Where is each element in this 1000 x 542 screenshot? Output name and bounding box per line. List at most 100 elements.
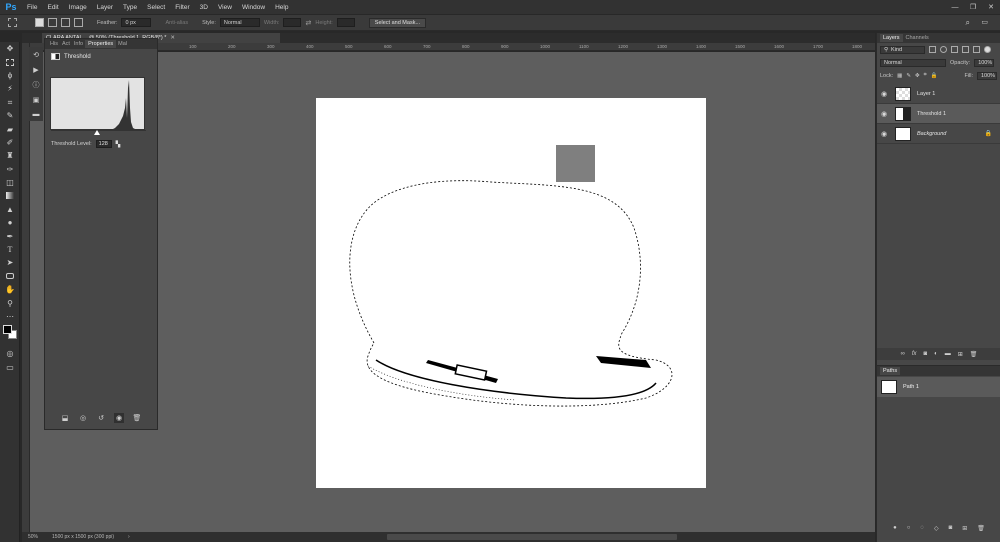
fill-path-icon[interactable]: ● <box>893 525 897 532</box>
lasso-tool[interactable]: ϕ <box>0 69 20 82</box>
menu-type[interactable]: Type <box>118 4 142 11</box>
menu-filter[interactable]: Filter <box>170 4 194 11</box>
document-info[interactable]: 1500 px x 1500 px (300 ppi) <box>52 534 114 540</box>
crop-tool[interactable]: ⌗ <box>0 96 20 109</box>
menu-3d[interactable]: 3D <box>195 4 213 11</box>
kind-filter-select[interactable]: ⚲ Kind <box>880 45 925 54</box>
new-selection-icon[interactable] <box>35 18 44 27</box>
threshold-histogram[interactable] <box>50 77 146 131</box>
marquee-tool[interactable] <box>0 55 20 68</box>
adjustments-icon[interactable]: ▣ <box>29 92 43 107</box>
layer-row-threshold-1[interactable]: ◉ Threshold 1 <box>877 104 1000 124</box>
delete-path-icon[interactable]: 🗑 <box>977 525 985 532</box>
lock-pixels-icon[interactable]: ✎ <box>906 73 911 79</box>
feather-input[interactable]: 0 px <box>121 18 152 27</box>
delete-adjustment-icon[interactable]: 🗑 <box>132 413 142 423</box>
style-select[interactable]: Normal <box>219 18 260 27</box>
lock-all-icon[interactable]: 🔒 <box>931 73 938 79</box>
layer-row-layer-1[interactable]: ◉ Layer 1 <box>877 84 1000 104</box>
menu-window[interactable]: Window <box>237 4 270 11</box>
eyedropper-tool[interactable]: ✎ <box>0 109 20 122</box>
blend-mode-select[interactable]: Normal <box>880 58 946 67</box>
height-input[interactable] <box>336 18 355 27</box>
status-arrow-icon[interactable]: › <box>128 534 130 540</box>
history-brush-tool[interactable]: ✑ <box>0 163 20 176</box>
lock-transparency-icon[interactable]: ▦ <box>897 73 902 79</box>
width-input[interactable] <box>283 18 302 27</box>
type-filter-icon[interactable] <box>951 46 958 53</box>
tab-properties[interactable]: Properties <box>85 40 117 48</box>
more-tools[interactable]: ⋯ <box>0 310 20 323</box>
histogram-refresh-icon[interactable]: ▚ <box>116 141 121 148</box>
smart-filter-icon[interactable] <box>973 46 980 53</box>
fill-input[interactable]: 100% <box>977 71 997 80</box>
menu-layer[interactable]: Layer <box>92 4 118 11</box>
zoom-tool[interactable]: ⚲ <box>0 296 20 309</box>
menu-image[interactable]: Image <box>64 4 92 11</box>
restore-button[interactable]: ❐ <box>964 0 982 14</box>
minimize-button[interactable]: — <box>946 0 964 14</box>
marquee-tool-preset-icon[interactable] <box>8 18 17 27</box>
info-icon[interactable]: ⓘ <box>29 77 43 92</box>
shape-filter-icon[interactable] <box>962 46 969 53</box>
intersect-selection-icon[interactable] <box>74 18 83 27</box>
load-selection-icon[interactable]: ◌ <box>920 525 924 532</box>
blur-tool[interactable]: ▲ <box>0 203 20 216</box>
path-row-path-1[interactable]: Path 1 <box>877 377 1000 397</box>
selection-marquee[interactable] <box>349 180 673 407</box>
clip-to-layer-icon[interactable]: ⬓ <box>60 413 70 423</box>
quick-selection-tool[interactable]: ⚡ <box>0 82 20 95</box>
shape-tool[interactable] <box>0 270 20 283</box>
stroke-path-icon[interactable]: ○ <box>907 525 911 532</box>
eye-icon[interactable]: ◉ <box>881 90 889 98</box>
reset-icon[interactable]: ↺ <box>96 413 106 423</box>
horizontal-scrollbar[interactable] <box>387 534 677 540</box>
tab-info[interactable]: Info <box>72 41 85 47</box>
tab-history[interactable]: His <box>48 41 60 47</box>
tab-channels[interactable]: Channels <box>903 35 932 41</box>
move-tool[interactable]: ✥ <box>0 42 20 55</box>
add-selection-icon[interactable] <box>48 18 57 27</box>
eye-icon[interactable]: ◉ <box>881 110 889 118</box>
threshold-slider[interactable] <box>94 130 100 135</box>
subtract-selection-icon[interactable] <box>61 18 70 27</box>
tab-paths[interactable]: Paths <box>880 367 901 375</box>
view-previous-icon[interactable]: ◎ <box>78 413 88 423</box>
menu-edit[interactable]: Edit <box>42 4 63 11</box>
tab-mal[interactable]: Mal <box>116 41 129 47</box>
hand-tool[interactable]: ✋ <box>0 283 20 296</box>
workspace-icon[interactable]: ▭ <box>981 18 988 26</box>
select-and-mask-button[interactable]: Select and Mask... <box>368 17 427 28</box>
search-icon[interactable]: ⌕ <box>966 18 970 28</box>
tab-layers[interactable]: Layers <box>880 34 903 42</box>
foreground-color-swatch[interactable] <box>3 325 12 335</box>
pixel-filter-icon[interactable] <box>929 46 936 53</box>
add-mask-icon[interactable]: ◙ <box>924 351 928 357</box>
history-icon[interactable]: ⟲ <box>29 47 43 62</box>
healing-tool[interactable]: ▰ <box>0 122 20 135</box>
tab-actions[interactable]: Act <box>60 41 72 47</box>
group-icon[interactable]: ▬ <box>945 351 951 357</box>
gradient-tool[interactable] <box>0 189 20 202</box>
path-selection-tool[interactable]: ➤ <box>0 256 20 269</box>
adjustment-filter-icon[interactable] <box>940 46 947 53</box>
opacity-input[interactable]: 100% <box>974 58 995 67</box>
make-path-icon[interactable]: ◇ <box>934 525 939 532</box>
zoom-level[interactable]: 50% <box>28 534 38 540</box>
type-tool[interactable]: T <box>0 243 20 256</box>
menu-view[interactable]: View <box>213 4 237 11</box>
threshold-level-input[interactable]: 128 <box>95 140 112 148</box>
new-layer-icon[interactable]: ⊞ <box>958 351 963 358</box>
antialias-checkbox[interactable]: Anti-alias <box>165 20 188 26</box>
quick-mask-button[interactable]: ◎ <box>0 347 20 360</box>
dodge-tool[interactable]: ● <box>0 216 20 229</box>
add-path-mask-icon[interactable]: ◙ <box>949 525 953 532</box>
document-canvas[interactable] <box>316 98 706 488</box>
lock-position-icon[interactable]: ✥ <box>915 73 920 79</box>
filter-toggle-icon[interactable] <box>984 46 991 53</box>
color-swatches[interactable] <box>0 323 20 347</box>
screen-mode-button[interactable]: ▭ <box>0 361 20 374</box>
delete-layer-icon[interactable]: 🗑 <box>970 351 978 358</box>
stamp-tool[interactable]: ♜ <box>0 149 20 162</box>
brush-tool[interactable]: ✐ <box>0 136 20 149</box>
